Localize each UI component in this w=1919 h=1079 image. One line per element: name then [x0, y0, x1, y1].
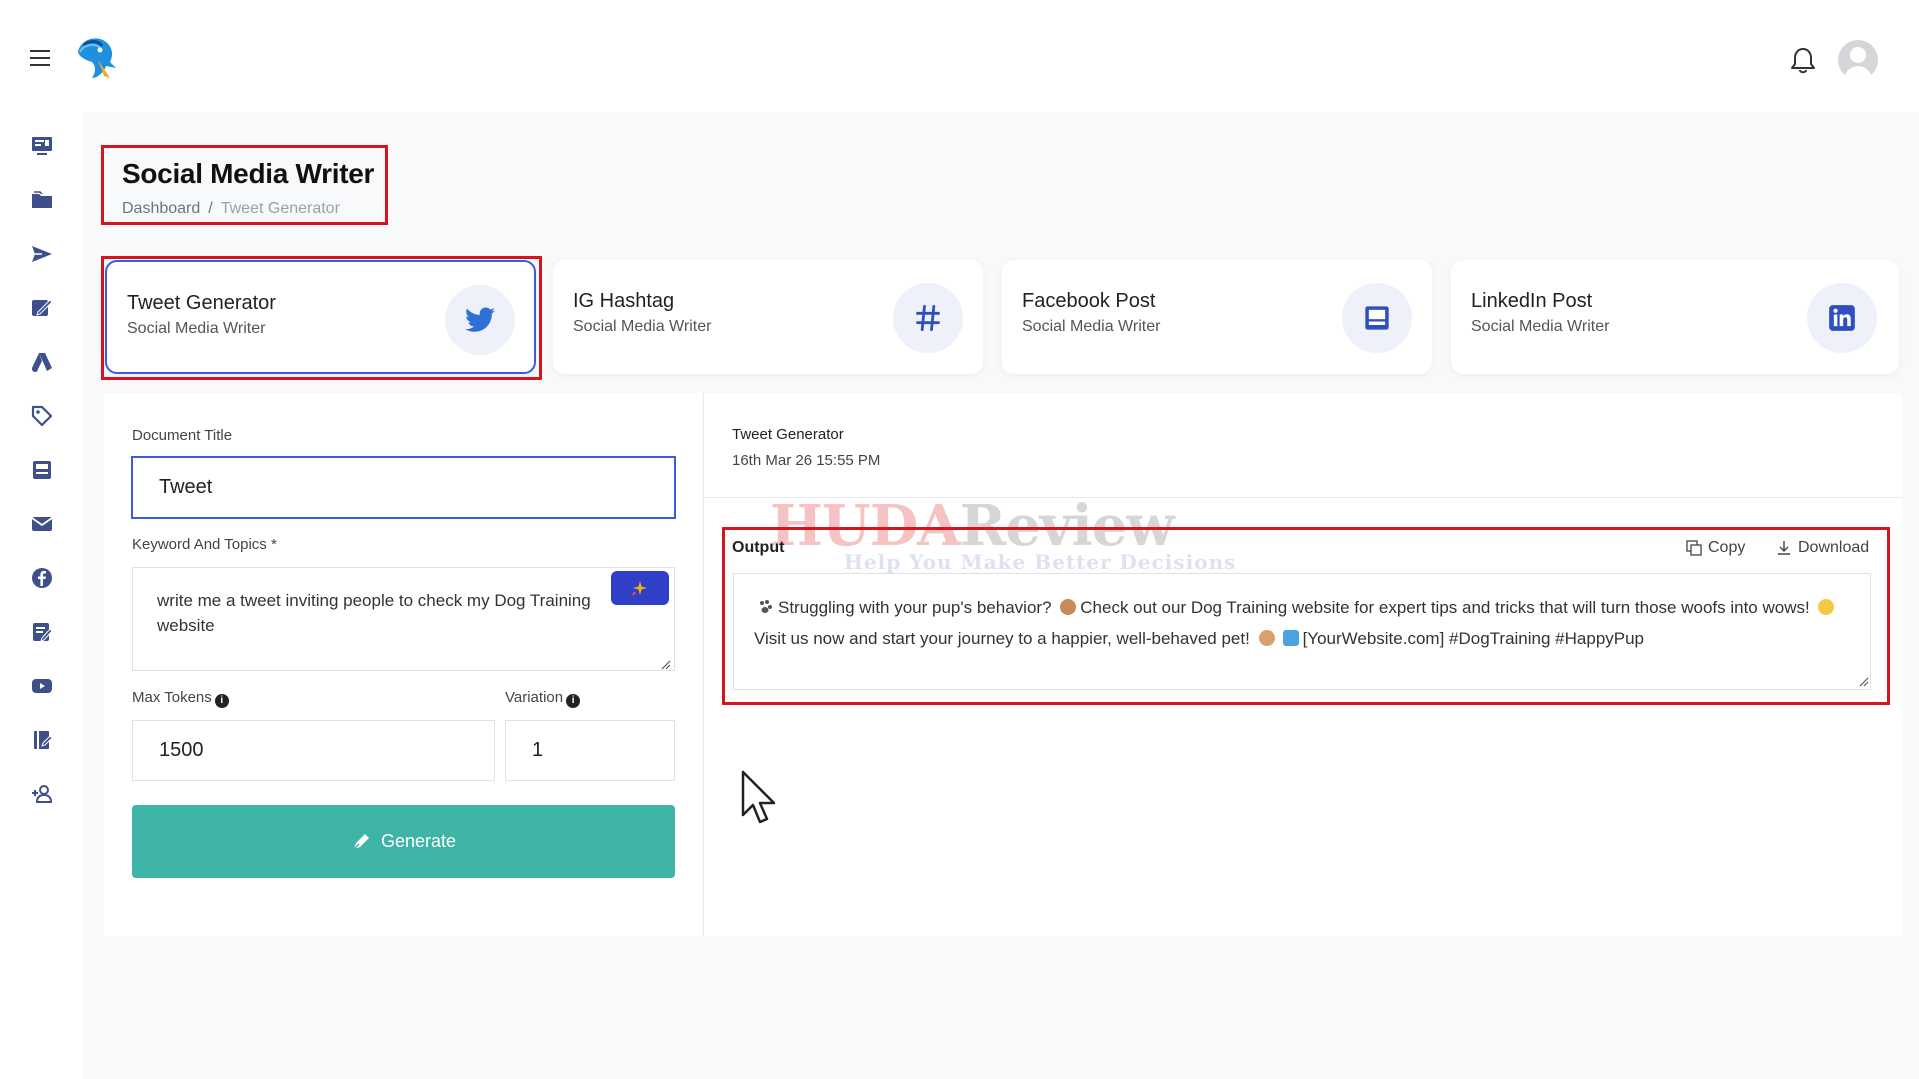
- card-tweet-generator[interactable]: Tweet Generator Social Media Writer: [105, 260, 536, 374]
- card-title: IG Hashtag: [573, 290, 675, 312]
- youtube-icon[interactable]: [28, 672, 56, 700]
- card-title: Tweet Generator: [127, 292, 276, 314]
- breadcrumb: Dashboard / Tweet Generator: [122, 200, 385, 218]
- max-tokens-input[interactable]: 1500: [132, 720, 495, 781]
- card-ig-hashtag[interactable]: IG Hashtag Social Media Writer: [553, 260, 983, 374]
- output-text-part1: Struggling with your pup's behavior?: [778, 598, 1052, 617]
- output-label: Output: [732, 539, 785, 556]
- card-subtitle: Social Media Writer: [1022, 318, 1161, 335]
- panel-divider: [703, 393, 704, 936]
- user-avatar-icon[interactable]: [1838, 40, 1878, 80]
- info-icon[interactable]: i: [566, 694, 581, 708]
- document-title-label: Document Title: [132, 427, 233, 444]
- hamburger-icon[interactable]: [30, 50, 50, 66]
- max-tokens-label: Max Tokens i: [132, 689, 229, 708]
- resize-handle-icon[interactable]: [661, 660, 671, 670]
- sparkle-icon: [632, 581, 647, 596]
- output-document-name: Tweet Generator: [732, 426, 844, 443]
- document-title-input[interactable]: Tweet: [131, 456, 676, 519]
- download-icon: [1778, 541, 1790, 555]
- tag-icon[interactable]: [28, 402, 56, 430]
- card-title: LinkedIn Post: [1471, 290, 1593, 312]
- output-textarea[interactable]: Struggling with your pup's behavior? Che…: [733, 573, 1871, 690]
- monitor-icon[interactable]: [28, 132, 56, 160]
- magic-suggest-button[interactable]: [611, 571, 669, 605]
- sparkles-emoji-icon: [1818, 599, 1835, 615]
- output-text-part4: [YourWebsite.com] #DogTraining #HappyPup: [1302, 629, 1645, 648]
- output-text-part2: Check out our Dog Training website for e…: [1080, 598, 1810, 617]
- info-icon[interactable]: i: [214, 694, 229, 708]
- hashtag-icon: [893, 283, 963, 353]
- mail-icon[interactable]: [28, 510, 56, 538]
- card-subtitle: Social Media Writer: [1471, 318, 1610, 335]
- sidebar: [0, 112, 83, 1079]
- twitter-icon: [445, 285, 515, 355]
- output-header-divider: [704, 497, 1902, 498]
- notes-icon[interactable]: [28, 618, 56, 646]
- output-date: 16th Mar 26 15:55 PM: [732, 452, 881, 469]
- copy-icon: [1686, 540, 1702, 556]
- variation-label: Variation i: [505, 689, 581, 708]
- dog-face-emoji-icon: [1060, 599, 1077, 615]
- paw-emoji-icon: [758, 594, 774, 613]
- bird-logo-icon[interactable]: [70, 32, 118, 80]
- card-subtitle: Social Media Writer: [127, 320, 266, 337]
- keywords-textarea[interactable]: write me a tweet inviting people to chec…: [132, 567, 675, 671]
- bell-icon[interactable]: [1790, 46, 1816, 74]
- facebook-icon[interactable]: [28, 564, 56, 592]
- output-text-part3: Visit us now and start your journey to a…: [754, 629, 1250, 648]
- page-header: Social Media Writer Dashboard / Tweet Gene…: [101, 145, 388, 225]
- folder-icon[interactable]: [28, 186, 56, 214]
- edit-document-icon[interactable]: [28, 294, 56, 322]
- card-subtitle: Social Media Writer: [573, 318, 712, 335]
- resize-handle-icon[interactable]: [1859, 677, 1869, 687]
- download-label: Download: [1798, 539, 1870, 556]
- breadcrumb-current: Tweet Generator: [220, 200, 340, 217]
- card-facebook-post[interactable]: Facebook Post Social Media Writer: [1002, 260, 1432, 374]
- breadcrumb-separator: /: [208, 200, 213, 217]
- book-icon[interactable]: [28, 726, 56, 754]
- ads-icon[interactable]: [28, 348, 56, 376]
- top-bar: [0, 0, 1919, 112]
- linkedin-icon: [1807, 283, 1877, 353]
- facebook-post-icon: [1342, 283, 1412, 353]
- copy-label: Copy: [1708, 539, 1746, 556]
- computer-emoji-icon: [1282, 630, 1299, 646]
- variation-label-text: Variation: [505, 689, 564, 706]
- page-title: Social Media Writer: [122, 158, 375, 189]
- generate-button-label: Generate: [380, 831, 457, 851]
- max-tokens-label-text: Max Tokens: [132, 689, 212, 706]
- variation-input[interactable]: 1: [505, 720, 675, 781]
- download-button[interactable]: Download: [1776, 539, 1869, 557]
- layout-icon[interactable]: [28, 456, 56, 484]
- add-user-icon[interactable]: [28, 780, 56, 808]
- send-icon[interactable]: [28, 240, 56, 268]
- dog-emoji-icon: [1258, 630, 1275, 646]
- breadcrumb-home-link[interactable]: Dashboard: [122, 200, 200, 217]
- pen-icon: [353, 833, 369, 850]
- card-title: Facebook Post: [1022, 290, 1156, 312]
- keywords-label: Keyword And Topics *: [132, 536, 277, 553]
- copy-button[interactable]: Copy: [1686, 539, 1745, 557]
- card-linkedin-post[interactable]: LinkedIn Post Social Media Writer: [1451, 260, 1899, 374]
- generate-button[interactable]: Generate: [132, 805, 675, 878]
